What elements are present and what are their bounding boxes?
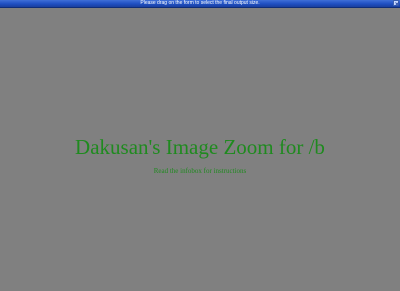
instructions-hint: Read the infobox for instructions: [153, 167, 247, 175]
window-title: Please drag on the form to select the fi…: [140, 0, 260, 6]
title-bar[interactable]: Please drag on the form to select the fi…: [0, 0, 400, 8]
close-button[interactable]: [393, 0, 399, 6]
app-window: Please drag on the form to select the fi…: [0, 0, 400, 291]
app-heading: Dakusan's Image Zoom for /b: [75, 135, 325, 159]
close-icon: [395, 2, 399, 6]
